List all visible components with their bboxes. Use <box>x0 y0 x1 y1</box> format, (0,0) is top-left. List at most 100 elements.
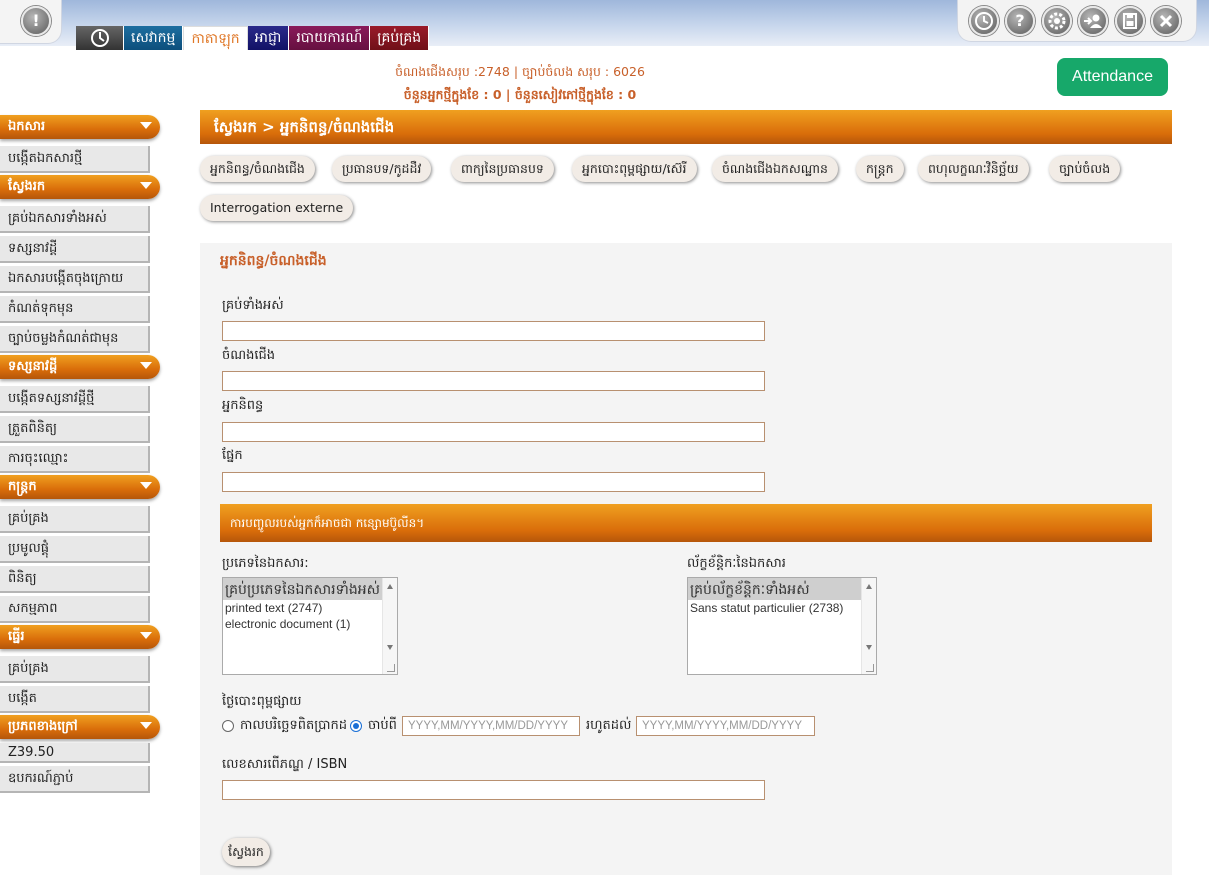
sidebar-item-last-records[interactable]: ឯកសារបង្កើតចុងក្រោយ <box>0 266 150 293</box>
chevron-down-icon[interactable] <box>140 722 152 729</box>
section-input[interactable] <box>222 472 765 492</box>
radio-exact-label: កាលបរិច្ឆេទពិតប្រាកដ <box>240 718 348 733</box>
title-input[interactable] <box>222 371 765 391</box>
sidebar-section-title: ប្រភពខាងក្រៅ <box>8 719 78 734</box>
attendance-button[interactable]: Attendance <box>1057 58 1168 96</box>
sidebar-item-periodicals[interactable]: ទស្សនាវដ្ដី <box>0 236 150 263</box>
sidebar-item-create-shelf[interactable]: បង្កើត <box>0 686 150 713</box>
date-to-input[interactable]: YYYY,MM/YYYY,MM/DD/YYYY <box>636 716 815 736</box>
stats-line-2: ចំនួនអ្នកថ្មីក្នុងខែ : 0 | ចំនួនសៀវភៅថ្ម… <box>403 87 637 102</box>
chevron-down-icon[interactable] <box>140 632 152 639</box>
tab-uniform-title[interactable]: ចំណងជើងឯកសណ្ឋាន <box>712 156 838 182</box>
sidebar-item-collect[interactable]: ប្រមូលផ្ដុំ <box>0 536 150 563</box>
search-button[interactable]: ស្វែងរក <box>222 838 270 866</box>
title-label: ចំណងជើង <box>222 348 276 363</box>
sidebar-section-baskets[interactable]: កន្ត្រក <box>0 475 160 503</box>
tab-services[interactable]: សេវាកម្ម <box>124 26 184 50</box>
stats-summary: ចំណងជើងសរុប :2748 | ច្បាប់ចំលង សរុប : 60… <box>380 60 660 106</box>
search-form: អ្នកនិពន្ធ/ចំណងជើង គ្រប់ទាំងអស់ ចំណងជើង … <box>200 243 1172 875</box>
arrow-down-icon <box>387 645 393 650</box>
pub-date-label: ថ្ងៃបោះពុម្ពផ្សាយ <box>222 694 302 709</box>
resize-handle[interactable] <box>866 664 874 672</box>
sidebar-section-title: ស្វែងរក <box>8 179 46 194</box>
isbn-input[interactable] <box>222 780 765 800</box>
arrow-up-icon <box>866 584 872 589</box>
sidebar-item-predefined-copies[interactable]: ច្បាប់ចម្លងកំណត់ជាមុន <box>0 326 150 353</box>
info-icon[interactable]: ! <box>21 6 51 36</box>
sidebar-item-new-document[interactable]: បង្កើតឯកសារថ្មី <box>0 146 150 173</box>
clock-icon[interactable] <box>969 6 999 36</box>
doc-type-label: ប្រភេទនៃឯកសារ: <box>222 556 309 571</box>
help-icon[interactable]: ? <box>1005 6 1035 36</box>
user-switch-icon[interactable] <box>1078 6 1108 36</box>
doc-type-option[interactable]: electronic document (1) <box>223 616 397 632</box>
chevron-down-icon[interactable] <box>140 482 152 489</box>
tab-author-title[interactable]: អ្នកនិពន្ធ/ចំណងជើង <box>200 156 315 182</box>
doc-type-option[interactable]: printed text (2747) <box>223 600 397 616</box>
chevron-down-icon[interactable] <box>140 122 152 129</box>
doc-status-option[interactable]: Sans statut particulier (2738) <box>688 600 876 616</box>
doc-type-option[interactable]: គ្រប់ប្រភេទនៃឯកសារទាំងអស់ <box>223 578 397 600</box>
chevron-down-icon[interactable] <box>140 182 152 189</box>
tab-copies[interactable]: ច្បាប់ចំលង <box>1049 156 1121 182</box>
sidebar: ឯកសារ បង្កើតឯកសារថ្មី ស្វែងរក គ្រប់ឯកសារ… <box>0 113 160 794</box>
tab-dashboard[interactable] <box>76 26 124 50</box>
doc-type-select[interactable]: គ្រប់ប្រភេទនៃឯកសារទាំងអស់ printed text (… <box>222 577 398 675</box>
tab-admin[interactable]: គ្រប់គ្រង <box>370 26 430 50</box>
sidebar-section-search[interactable]: ស្វែងរក <box>0 175 160 203</box>
doc-status-option[interactable]: គ្រប់ល័ក្ខខ័ន្តិកៈទាំងអស់ <box>688 578 876 600</box>
sidebar-section-title: កន្ត្រក <box>8 479 37 494</box>
sidebar-section-title: ឯកសារ <box>8 119 46 134</box>
sidebar-item-subscription[interactable]: ការចុះឈ្មោះ <box>0 446 150 473</box>
all-fields-input[interactable] <box>222 321 765 341</box>
sidebar-section-periodicals[interactable]: ទស្សនាវដ្ដី <box>0 355 160 383</box>
author-input[interactable] <box>222 422 765 442</box>
chevron-down-icon[interactable] <box>140 362 152 369</box>
scrollbar[interactable] <box>382 578 397 674</box>
form-title: អ្នកនិពន្ធ/ចំណងជើង <box>220 253 327 269</box>
tab-catalog[interactable]: កាតាឡុក <box>183 26 248 50</box>
logo-block: ! <box>0 0 62 44</box>
scrollbar[interactable] <box>861 578 876 674</box>
isbn-label: លេខសារពើភណ្ឌ / ISBN <box>222 757 348 772</box>
tab-subject-words[interactable]: ពាក្យនៃប្រធានបទ <box>451 156 554 182</box>
tab-subject-code[interactable]: ប្រធានបទ/កូដដឺវ <box>332 156 432 182</box>
save-icon[interactable] <box>1115 6 1145 36</box>
stats-line-1: ចំណងជើងសរុប :2748 | ច្បាប់ចំលង សរុប : 60… <box>395 64 645 79</box>
dashboard-icon <box>91 29 109 47</box>
sidebar-item-manage-shelves[interactable]: គ្រប់គ្រង <box>0 656 150 683</box>
radio-from-date[interactable] <box>350 720 362 732</box>
tab-publisher-series[interactable]: អ្នកបោះពុម្ពផ្សាយ/ស៊េរី <box>572 156 697 182</box>
sidebar-item-z3950[interactable]: Z39.50 <box>0 743 150 763</box>
toolbar: ? <box>957 0 1197 42</box>
date-to-label: រហូតដល់ <box>586 718 632 733</box>
sidebar-item-verify[interactable]: ពិនិត្យ <box>0 566 150 593</box>
sidebar-item-actions[interactable]: សកម្មភាព <box>0 596 150 623</box>
tab-multi-criteria[interactable]: ពហុលក្ខណៈវិនិច្ឆ័យ <box>918 156 1029 182</box>
date-from-input[interactable]: YYYY,MM/YYYY,MM/DD/YYYY <box>402 716 580 736</box>
sidebar-section-external-sources[interactable]: ប្រភពខាងក្រៅ <box>0 715 160 743</box>
author-label: អ្នកនិពន្ធ <box>222 398 264 413</box>
radio-from-label: ចាប់ពី <box>368 718 397 733</box>
tab-reports[interactable]: របាយការណ៍ <box>289 26 371 50</box>
tab-external-search[interactable]: Interrogation externe <box>200 195 354 221</box>
radio-exact-date[interactable] <box>222 720 234 732</box>
settings-icon[interactable] <box>1042 6 1072 36</box>
sidebar-item-check[interactable]: ត្រួតពិនិត្យ <box>0 416 150 443</box>
doc-status-select[interactable]: គ្រប់ល័ក្ខខ័ន្តិកៈទាំងអស់ Sans statut pa… <box>687 577 877 675</box>
sidebar-item-manage-baskets[interactable]: គ្រប់គ្រង <box>0 506 150 533</box>
sidebar-item-connectors[interactable]: ឧបករណ៍ភ្ជាប់ <box>0 766 150 793</box>
sidebar-item-all-documents[interactable]: គ្រប់ឯកសារទាំងអស់ <box>0 206 150 233</box>
top-bar: ! ? សេវាកម្ម កាតាឡុក អាជ្ញា របាយការណ៍ គ្… <box>0 0 1209 50</box>
sidebar-item-predefined[interactable]: កំណត់ទុកមុន <box>0 296 150 323</box>
doc-status-label: ល័ក្ខខ័ន្តិកៈនៃឯកសារ <box>687 556 786 571</box>
close-icon[interactable] <box>1151 6 1181 36</box>
tab-authorities[interactable]: អាជ្ញា <box>247 26 290 50</box>
tab-basket[interactable]: កន្ត្រក <box>856 156 904 182</box>
sidebar-section-title: ធ្នើរ <box>8 629 25 644</box>
resize-handle[interactable] <box>387 664 395 672</box>
all-fields-label: គ្រប់ទាំងអស់ <box>222 298 284 313</box>
sidebar-section-shelves[interactable]: ធ្នើរ <box>0 625 160 653</box>
sidebar-section-document[interactable]: ឯកសារ <box>0 115 160 143</box>
sidebar-item-new-periodical[interactable]: បង្កើតទស្សនាវដ្ដីថ្មី <box>0 386 150 413</box>
